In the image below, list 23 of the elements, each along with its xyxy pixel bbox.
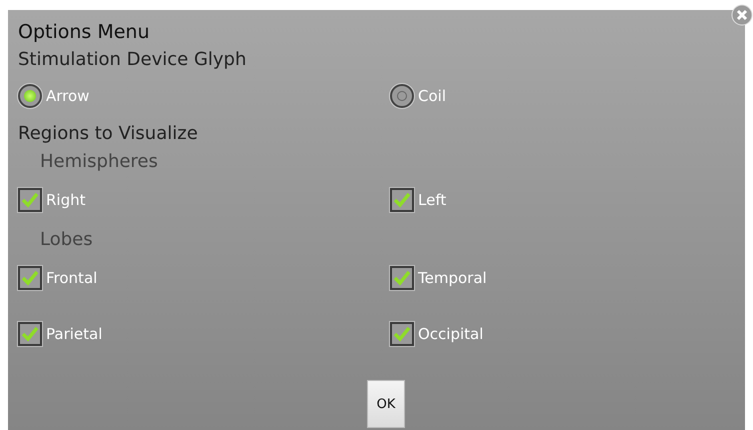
close-icon[interactable] bbox=[731, 4, 753, 26]
section-heading: Stimulation Device Glyph bbox=[18, 48, 248, 72]
group-heading: Hemispheres bbox=[39, 150, 159, 174]
checkbox[interactable] bbox=[18, 188, 42, 212]
checkbox[interactable] bbox=[390, 266, 414, 290]
checkbox[interactable] bbox=[390, 188, 414, 212]
checkbox-label[interactable]: Occipital bbox=[418, 325, 484, 343]
checkbox-label[interactable]: Left bbox=[418, 191, 446, 209]
radio-button[interactable] bbox=[18, 84, 42, 108]
radio-label[interactable]: Arrow bbox=[46, 87, 90, 105]
radio-label[interactable]: Coil bbox=[418, 87, 446, 105]
dialog-title: Options Menu bbox=[18, 20, 151, 45]
checkbox[interactable] bbox=[18, 322, 42, 346]
checkbox-label[interactable]: Frontal bbox=[46, 269, 98, 287]
group-heading: Lobes bbox=[39, 228, 94, 252]
radio-button[interactable] bbox=[390, 84, 414, 108]
checkbox-label[interactable]: Temporal bbox=[418, 269, 487, 287]
section-heading: Regions to Visualize bbox=[18, 122, 199, 146]
checkbox-label[interactable]: Right bbox=[46, 191, 86, 209]
checkbox-label[interactable]: Parietal bbox=[46, 325, 102, 343]
checkbox[interactable] bbox=[18, 266, 42, 290]
checkbox[interactable] bbox=[390, 322, 414, 346]
ok-button[interactable]: OK bbox=[367, 380, 405, 428]
